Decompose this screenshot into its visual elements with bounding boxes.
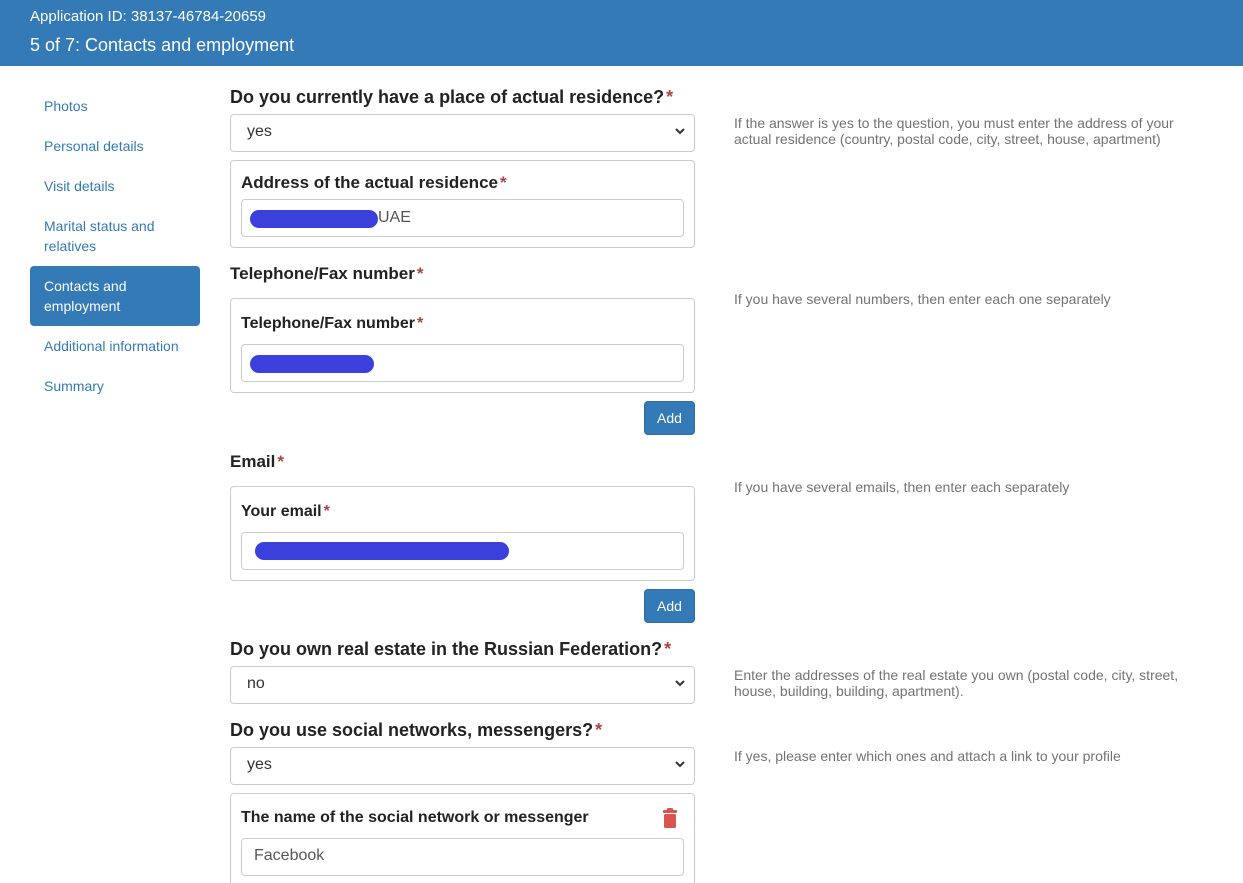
email-field-label: Your email * bbox=[241, 503, 330, 521]
phone-input[interactable] bbox=[241, 344, 684, 382]
real-estate-question: Do you own real estate in the Russian Fe… bbox=[230, 639, 671, 660]
social-hint: If yes, please enter which ones and atta… bbox=[734, 748, 1121, 764]
residence-question: Do you currently have a place of actual … bbox=[230, 87, 673, 108]
phone-section-label-text: Telephone/Fax number bbox=[230, 264, 415, 283]
chevron-down-icon bbox=[675, 128, 685, 135]
email-field-label-text: Your email bbox=[241, 503, 322, 520]
sidebar-item-additional-information[interactable]: Additional information bbox=[30, 326, 200, 366]
step-title: 5 of 7: Contacts and employment bbox=[30, 35, 295, 55]
email-section-label: Email * bbox=[230, 452, 284, 472]
residence-question-text: Do you currently have a place of actual … bbox=[230, 87, 665, 107]
phone-field-label-text: Telephone/Fax number bbox=[241, 315, 415, 332]
address-panel: Address of the actual residence * UAE bbox=[230, 160, 695, 248]
required-mark: * bbox=[323, 503, 330, 520]
social-network-label: The name of the social network or messen… bbox=[241, 809, 589, 826]
real-estate-hint: Enter the addresses of the real estate y… bbox=[734, 667, 1179, 699]
add-phone-button[interactable]: Add bbox=[644, 401, 695, 435]
required-mark: * bbox=[277, 452, 284, 471]
add-email-button[interactable]: Add bbox=[644, 589, 695, 623]
email-input[interactable] bbox=[241, 532, 684, 570]
real-estate-question-text: Do you own real estate in the Russian Fe… bbox=[230, 639, 663, 659]
sidebar-item-summary[interactable]: Summary bbox=[30, 366, 200, 406]
email-panel: Your email * bbox=[230, 486, 695, 581]
required-mark: * bbox=[664, 639, 672, 659]
social-question-text: Do you use social networks, messengers? bbox=[230, 720, 594, 740]
redaction-mark bbox=[250, 210, 378, 228]
real-estate-select[interactable]: no bbox=[230, 666, 695, 704]
sidebar-nav: Photos Personal details Visit details Ma… bbox=[30, 86, 200, 406]
social-question: Do you use social networks, messengers? * bbox=[230, 720, 602, 741]
real-estate-select-value: no bbox=[247, 675, 265, 692]
social-network-input-value: Facebook bbox=[254, 847, 325, 864]
sidebar-item-personal-details[interactable]: Personal details bbox=[30, 126, 200, 166]
residence-hint: If the answer is yes to the question, yo… bbox=[734, 115, 1174, 147]
email-section-label-text: Email bbox=[230, 452, 276, 471]
sidebar-item-photos[interactable]: Photos bbox=[30, 86, 200, 126]
social-select[interactable]: yes bbox=[230, 747, 695, 785]
sidebar-item-visit-details[interactable]: Visit details bbox=[30, 166, 200, 206]
residence-select[interactable]: yes bbox=[230, 114, 695, 152]
phone-field-label: Telephone/Fax number * bbox=[241, 315, 423, 333]
required-mark: * bbox=[666, 87, 674, 107]
required-mark: * bbox=[595, 720, 603, 740]
phone-hint: If you have several numbers, then enter … bbox=[734, 291, 1111, 307]
redaction-mark bbox=[255, 542, 509, 560]
email-hint: If you have several emails, then enter e… bbox=[734, 479, 1070, 495]
address-input-value: UAE bbox=[378, 209, 411, 226]
address-label-text: Address of the actual residence bbox=[241, 173, 498, 192]
chevron-down-icon bbox=[675, 761, 685, 768]
application-id: Application ID: 38137-46784-20659 bbox=[30, 8, 267, 25]
residence-select-value: yes bbox=[247, 123, 272, 140]
chevron-down-icon bbox=[675, 680, 685, 687]
phone-panel: Telephone/Fax number * bbox=[230, 298, 695, 393]
required-mark: * bbox=[499, 173, 507, 192]
social-network-panel: The name of the social network or messen… bbox=[230, 793, 695, 883]
social-network-input[interactable]: Facebook bbox=[241, 838, 684, 876]
required-mark: * bbox=[416, 264, 424, 283]
phone-section-label: Telephone/Fax number * bbox=[230, 264, 423, 284]
sidebar-item-contacts-employment[interactable]: Contacts and employment bbox=[30, 266, 200, 326]
address-input[interactable]: UAE bbox=[241, 199, 684, 237]
trash-icon[interactable] bbox=[662, 808, 678, 828]
required-mark: * bbox=[416, 315, 424, 332]
sidebar-item-marital-status[interactable]: Marital status and relatives bbox=[30, 206, 200, 266]
app-header: Application ID: 38137-46784-20659 5 of 7… bbox=[0, 0, 1243, 66]
social-select-value: yes bbox=[247, 756, 272, 773]
redaction-mark bbox=[250, 355, 374, 373]
address-label: Address of the actual residence * bbox=[241, 173, 507, 193]
